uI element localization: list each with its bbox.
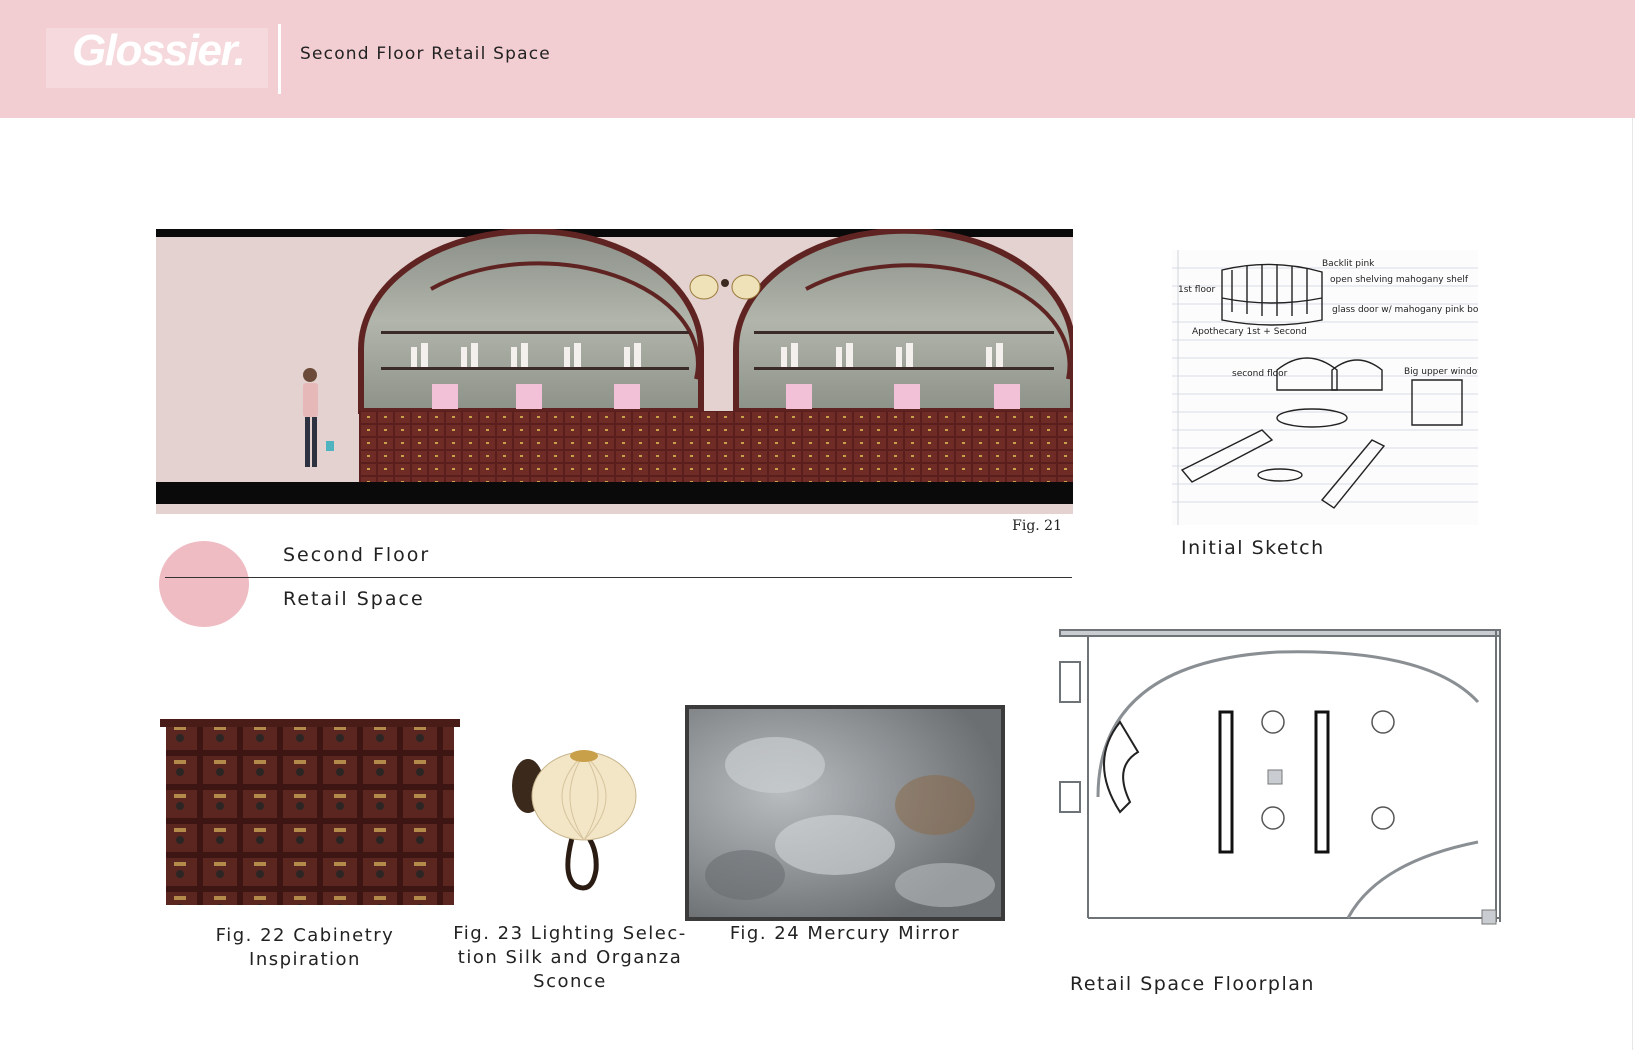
glossier-logo: Glossier. (46, 26, 268, 88)
figure-label: Fig. 21 (1012, 518, 1062, 534)
page-edge (1632, 118, 1633, 1050)
cabinetry-drawing (160, 719, 460, 905)
sconce-photo (510, 748, 645, 896)
header-divider (278, 24, 281, 94)
lighting-caption-line1: Fig. 23 Lighting Selec- (453, 923, 687, 944)
section-divider (165, 577, 1072, 578)
cabinetry-caption-line1: Fig. 22 Cabinetry (215, 925, 395, 946)
section-title-line2: Retail Space (283, 588, 425, 610)
mirror-drawing (685, 705, 1005, 921)
cabinetry-caption-line2: Inspiration (249, 949, 361, 970)
sketch-note-glass-door: glass door w/ mahogany pink boxes (1332, 305, 1478, 315)
sketch-note-backlit: Backlit pink (1322, 259, 1375, 269)
floorplan-caption: Retail Space Floorplan (1070, 973, 1315, 995)
pink-circle-accent (159, 541, 249, 627)
sketch-note-shelving: open shelving mahogany shelf (1330, 275, 1469, 285)
sketch-note-second-floor: second floor (1232, 369, 1288, 379)
lighting-caption-line3: Sconce (533, 971, 607, 992)
sketch-note-1st-floor: 1st floor (1178, 285, 1215, 295)
mercury-mirror-photo (685, 705, 1005, 921)
mirror-caption: Fig. 24 Mercury Mirror (729, 923, 961, 944)
sketch-drawing: 1st floor Apothecary 1st + Second Backli… (1172, 250, 1478, 525)
floorplan-svg (1059, 629, 1501, 925)
page-header: Glossier. Second Floor Retail Space (0, 0, 1635, 118)
floorplan-drawing (1058, 622, 1504, 947)
sketch-note-apothecary: Apothecary 1st + Second (1192, 327, 1307, 337)
cabinetry-photo (160, 719, 460, 911)
initial-sketch: 1st floor Apothecary 1st + Second Backli… (1172, 250, 1478, 525)
page-title: Second Floor Retail Space (300, 44, 551, 64)
sketch-note-window: Big upper window (1404, 367, 1478, 377)
logo-text: Glossier. (72, 26, 246, 75)
sconce-drawing (512, 750, 637, 891)
section-title-line1: Second Floor (283, 544, 431, 566)
elevation-rendering (156, 229, 1073, 514)
cabinetry-caption: Fig. 22 Cabinetry Inspiration (190, 924, 420, 972)
lighting-caption-line2: tion Silk and Organza (457, 947, 683, 968)
elevation-drawing (156, 229, 1073, 504)
lighting-caption: Fig. 23 Lighting Selec- tion Silk and Or… (450, 922, 690, 994)
sketch-caption: Initial Sketch (1181, 537, 1325, 559)
